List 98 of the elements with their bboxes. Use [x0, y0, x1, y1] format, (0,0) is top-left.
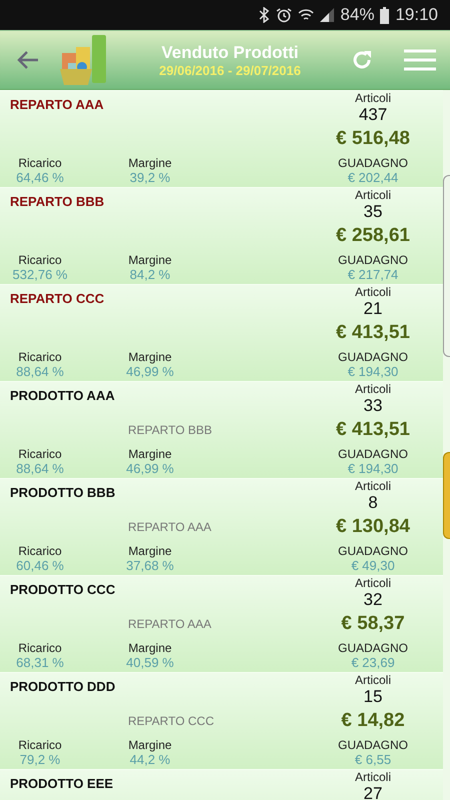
bluetooth-icon — [258, 7, 270, 23]
markup-value: 60,46 % — [16, 558, 64, 573]
markup-label: Ricarico — [18, 350, 62, 364]
profit-value: € 6,55 — [354, 752, 392, 767]
profit-value: € 23,69 — [351, 655, 395, 670]
markup-value: 64,46 % — [16, 170, 64, 185]
profit-label: GUADAGNO — [338, 253, 408, 267]
list-row[interactable]: PRODOTTO BBB REPARTO AAA Ricarico 60,46 % Margine 37,68 % Articoli 8 € 130,84 GUADAGNO € 49,30 — [0, 478, 443, 575]
items-count: 35 — [364, 202, 382, 222]
markup-label: Ricarico — [18, 253, 62, 267]
profit-label: GUADAGNO — [338, 544, 408, 558]
items-label: Articoli — [354, 770, 391, 784]
department-name: REPARTO AAA — [128, 617, 212, 631]
item-name: PRODOTTO DDD — [10, 679, 116, 694]
item-name: REPARTO CCC — [10, 291, 106, 306]
list-row[interactable]: PRODOTTO AAA REPARTO BBB Ricarico 88,64 % Margine 46,99 % Articoli 33 € 413,51 GUADAGNO € 194,30 — [0, 381, 443, 478]
clock-time: 19:10 — [395, 5, 438, 25]
margin-label: Margine — [128, 156, 172, 170]
profit-value: € 194,30 — [348, 364, 398, 379]
item-name: PRODOTTO AAA — [10, 388, 116, 403]
markup-value: 79,2 % — [20, 752, 60, 767]
items-count: 33 — [364, 396, 382, 416]
department-name: REPARTO AAA — [128, 520, 212, 534]
margin-value: 46,99 % — [126, 364, 174, 379]
shopping-basket-chart-icon — [58, 33, 108, 87]
side-drawer-handle[interactable] — [443, 175, 450, 357]
items-label: Articoli — [354, 576, 391, 590]
profit-label: GUADAGNO — [338, 350, 408, 364]
department-name: REPARTO BBB — [128, 423, 212, 437]
sales-amount: € 516,48 — [336, 128, 410, 150]
screen-title: Venduto Prodotti — [162, 42, 298, 62]
profit-value: € 217,74 — [348, 267, 398, 282]
profit-value: € 202,44 — [348, 170, 398, 185]
markup-value: 88,64 % — [16, 461, 64, 476]
margin-label: Margine — [128, 350, 172, 364]
items-count: 27 — [364, 784, 382, 800]
profit-value: € 194,30 — [348, 461, 398, 476]
item-name: PRODOTTO BBB — [10, 485, 116, 500]
margin-value: 39,2 % — [130, 170, 170, 185]
item-name: REPARTO BBB — [10, 194, 106, 209]
sales-amount: € 58,37 — [341, 613, 405, 635]
alarm-icon — [276, 7, 292, 23]
markup-label: Ricarico — [18, 447, 62, 461]
items-label: Articoli — [354, 479, 391, 493]
profit-label: GUADAGNO — [338, 156, 408, 170]
margin-value: 40,59 % — [126, 655, 174, 670]
markup-value: 88,64 % — [16, 364, 64, 379]
items-label: Articoli — [354, 382, 391, 396]
margin-label: Margine — [128, 253, 172, 267]
markup-label: Ricarico — [18, 641, 62, 655]
list-row[interactable]: PRODOTTO EEE Articoli 27 — [0, 769, 443, 800]
margin-value: 84,2 % — [130, 267, 170, 282]
sales-amount: € 14,82 — [341, 710, 405, 732]
list-row[interactable]: REPARTO CCC Ricarico 88,64 % Margine 46,99 % Articoli 21 € 413,51 GUADAGNO € 194,30 — [0, 284, 443, 381]
battery-icon — [380, 6, 390, 24]
item-name: PRODOTTO EEE — [10, 776, 114, 791]
markup-value: 68,31 % — [16, 655, 64, 670]
margin-value: 37,68 % — [126, 558, 174, 573]
items-label: Articoli — [354, 91, 391, 105]
list-row[interactable]: PRODOTTO DDD REPARTO CCC Ricarico 79,2 % Margine 44,2 % Articoli 15 € 14,82 GUADAGNO € 6,55 — [0, 672, 443, 769]
profit-label: GUADAGNO — [338, 447, 408, 461]
battery-percent: 84% — [340, 5, 374, 25]
sales-amount: € 130,84 — [336, 516, 410, 538]
side-drawer-handle[interactable] — [443, 452, 450, 539]
margin-value: 46,99 % — [126, 461, 174, 476]
items-count: 8 — [368, 493, 378, 513]
profit-value: € 49,30 — [351, 558, 395, 573]
items-count: 32 — [364, 590, 382, 610]
back-arrow-icon — [16, 50, 40, 70]
sales-amount: € 258,61 — [336, 225, 410, 247]
margin-value: 44,2 % — [130, 752, 170, 767]
list-row[interactable]: PRODOTTO CCC REPARTO AAA Ricarico 68,31 % Margine 40,59 % Articoli 32 € 58,37 GUADAGNO € 23,69 — [0, 575, 443, 672]
date-range: 29/06/2016 - 29/07/2016 — [159, 62, 301, 78]
items-count: 437 — [358, 105, 388, 125]
markup-value: 532,76 % — [12, 267, 68, 282]
list-row[interactable]: REPARTO BBB Ricarico 532,76 % Margine 84,2 % Articoli 35 € 258,61 GUADAGNO € 217,74 — [0, 187, 443, 284]
margin-label: Margine — [128, 447, 172, 461]
profit-label: GUADAGNO — [338, 641, 408, 655]
items-label: Articoli — [354, 188, 391, 202]
sales-amount: € 413,51 — [336, 322, 410, 344]
items-count: 21 — [364, 299, 382, 319]
margin-label: Margine — [128, 641, 172, 655]
items-label: Articoli — [354, 285, 391, 299]
department-name: REPARTO CCC — [128, 714, 214, 728]
menu-icon — [404, 49, 436, 71]
list-row[interactable]: REPARTO AAA Ricarico 64,46 % Margine 39,2 % Articoli 437 € 516,48 GUADAGNO € 202,44 — [0, 90, 443, 187]
sales-amount: € 413,51 — [336, 419, 410, 441]
markup-label: Ricarico — [18, 738, 62, 752]
margin-label: Margine — [128, 738, 172, 752]
items-count: 15 — [364, 687, 382, 707]
item-name: REPARTO AAA — [10, 97, 105, 112]
markup-label: Ricarico — [18, 156, 62, 170]
item-name: PRODOTTO CCC — [10, 582, 116, 597]
items-label: Articoli — [354, 673, 391, 687]
markup-label: Ricarico — [18, 544, 62, 558]
signal-icon — [320, 8, 334, 22]
profit-label: GUADAGNO — [338, 738, 408, 752]
margin-label: Margine — [128, 544, 172, 558]
